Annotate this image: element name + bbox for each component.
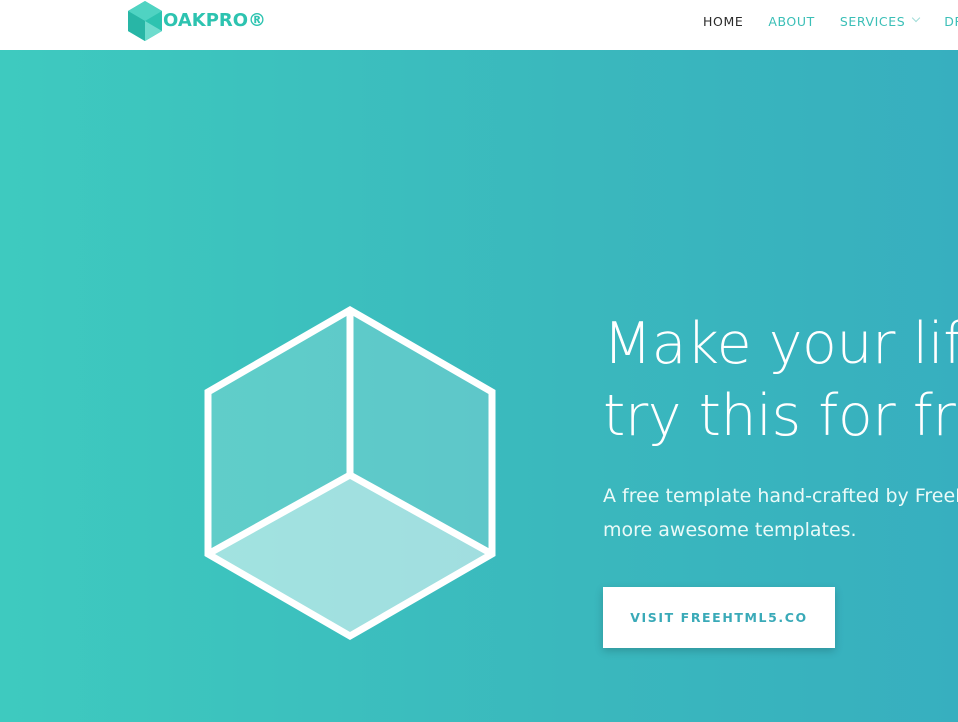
logo-text: OAKPRO®: [163, 10, 267, 31]
nav-item-label: HOME: [703, 13, 744, 29]
hero-subtitle-line: A free template hand-crafted by FreeH: [603, 485, 958, 507]
page: OAKPRO® HOME ABOUT SERVICES DR: [0, 0, 958, 722]
nav-item-about[interactable]: ABOUT: [768, 14, 815, 29]
hero-section: Make your life try this for free A free …: [0, 50, 958, 722]
visit-freehtml5-button[interactable]: VISIT FREEHTML5.CO: [603, 587, 835, 648]
cube-outline-icon: [204, 305, 496, 641]
nav-item-services[interactable]: SERVICES: [839, 13, 921, 29]
hero-title-line: try this for free: [603, 383, 958, 449]
logo-link[interactable]: OAKPRO®: [127, 0, 266, 42]
nav-item-home[interactable]: HOME: [703, 14, 743, 29]
hero-subtitle: A free template hand-crafted by FreeH mo…: [603, 479, 958, 547]
nav-item-label: DR: [944, 13, 958, 29]
site-header: OAKPRO® HOME ABOUT SERVICES DR: [0, 0, 958, 50]
hero-subtitle-line: more awesome templates.: [603, 519, 857, 541]
nav-item-dropdown[interactable]: DR: [944, 14, 958, 29]
hero-title-line: Make your life: [603, 311, 958, 377]
hero-title: Make your life try this for free: [603, 308, 958, 452]
main-nav: HOME ABOUT SERVICES DR: [703, 0, 958, 42]
nav-item-label: SERVICES: [839, 13, 906, 29]
chevron-down-icon: [912, 13, 921, 23]
hexagon-cube-icon: [128, 1, 162, 41]
nav-item-label: ABOUT: [768, 13, 815, 29]
